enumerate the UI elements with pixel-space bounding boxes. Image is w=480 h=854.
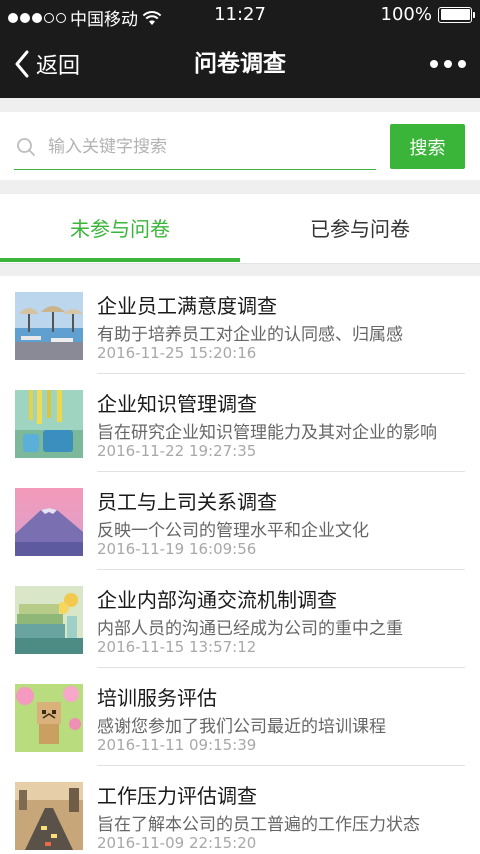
battery-percent: 100% (380, 4, 432, 25)
tab-participated[interactable]: 已参与问卷 (240, 194, 480, 264)
survey-item[interactable]: 培训服务评估 感谢您参加了我们公司最近的培训课程 2016-11-11 09:1… (0, 668, 480, 766)
tab-not-participated[interactable]: 未参与问卷 (0, 194, 240, 264)
status-bar: 中国移动 11:27 100% (0, 0, 480, 30)
survey-description: 旨在研究企业知识管理能力及其对企业的影响 (97, 423, 437, 443)
nav-bar: 返回 问卷调查 (0, 30, 480, 98)
survey-date: 2016-11-11 09:15:39 (97, 736, 257, 754)
survey-date: 2016-11-09 22:15:20 (97, 834, 257, 852)
survey-item[interactable]: 企业员工满意度调查 有助于培养员工对企业的认同感、归属感 2016-11-25 … (0, 276, 480, 374)
survey-description: 反映一个公司的管理水平和企业文化 (97, 521, 369, 541)
search-button[interactable]: 搜索 (390, 124, 465, 169)
more-button[interactable] (430, 30, 466, 98)
city-traffic-image (15, 782, 83, 850)
survey-item[interactable]: 企业知识管理调查 旨在研究企业知识管理能力及其对企业的影响 2016-11-22… (0, 374, 480, 472)
books-flowers-image (15, 586, 83, 654)
search-icon (17, 137, 35, 156)
survey-title: 员工与上司关系调查 (97, 490, 277, 514)
status-right: 100% (380, 4, 475, 25)
search-bar: 搜索 (0, 112, 480, 180)
tab-bar: 未参与问卷 已参与问卷 (0, 194, 480, 264)
survey-item[interactable]: 工作压力评估调查 旨在了解本公司的员工普遍的工作压力状态 2016-11-09 … (0, 766, 480, 854)
pool-umbrella-image (15, 292, 83, 360)
survey-title: 工作压力评估调查 (97, 784, 257, 808)
more-dots-icon (430, 60, 438, 68)
survey-item[interactable]: 员工与上司关系调查 反映一个公司的管理水平和企业文化 2016-11-19 16… (0, 472, 480, 570)
active-tab-indicator (0, 258, 240, 262)
search-input[interactable] (48, 136, 348, 157)
colored-bottles-image (15, 390, 83, 458)
survey-date: 2016-11-25 15:20:16 (97, 344, 257, 362)
survey-date: 2016-11-19 16:09:56 (97, 540, 257, 558)
survey-date: 2016-11-22 19:27:35 (97, 442, 257, 460)
survey-title: 企业员工满意度调查 (97, 294, 277, 318)
survey-description: 旨在了解本公司的员工普遍的工作压力状态 (97, 815, 420, 835)
survey-title: 企业内部沟通交流机制调查 (97, 588, 337, 612)
mountain-sunset-image (15, 488, 83, 556)
survey-description: 感谢您参加了我们公司最近的培训课程 (97, 717, 386, 737)
survey-item[interactable]: 企业内部沟通交流机制调查 内部人员的沟通已经成为公司的重中之重 2016-11-… (0, 570, 480, 668)
survey-title: 企业知识管理调查 (97, 392, 257, 416)
survey-description: 有助于培养员工对企业的认同感、归属感 (97, 325, 403, 345)
battery-icon (438, 6, 475, 23)
search-box (14, 124, 376, 170)
page-title: 问卷调查 (194, 51, 286, 77)
survey-list: 企业员工满意度调查 有助于培养员工对企业的认同感、归属感 2016-11-25 … (0, 276, 480, 854)
survey-description: 内部人员的沟通已经成为公司的重中之重 (97, 619, 403, 639)
survey-title: 培训服务评估 (97, 686, 217, 710)
survey-date: 2016-11-15 13:57:12 (97, 638, 257, 656)
danbo-figure-image (15, 684, 83, 752)
